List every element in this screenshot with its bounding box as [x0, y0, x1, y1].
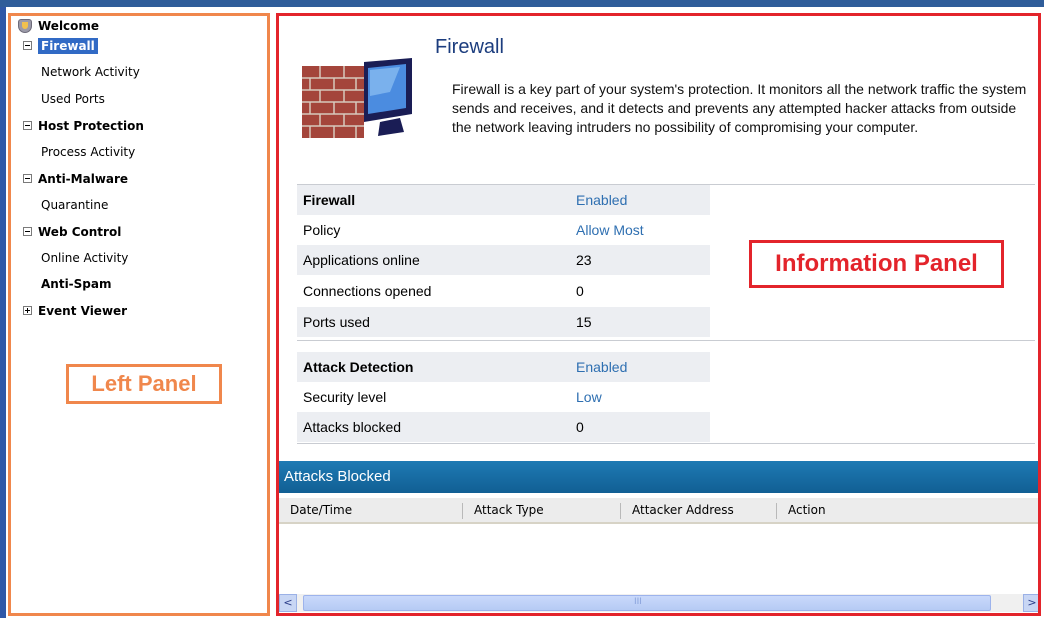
status-row: Connections opened 0: [297, 276, 710, 306]
grip-icon: III: [634, 597, 642, 607]
status-row: Policy Allow Most: [297, 215, 710, 245]
attacks-blocked-header: Attacks Blocked: [279, 461, 1041, 493]
scroll-left-icon[interactable]: <: [279, 594, 297, 612]
nav-firewall-label: Firewall: [38, 38, 98, 54]
left-panel-label: Left Panel: [66, 364, 222, 404]
nav-anti-spam[interactable]: Anti-Spam: [41, 274, 112, 294]
nav-firewall[interactable]: Firewall: [15, 36, 98, 56]
nav-host-protection[interactable]: Host Protection: [15, 116, 144, 136]
column-separator[interactable]: [462, 503, 463, 519]
status-row: Attacks blocked 0: [297, 412, 710, 442]
window-top-strip: [0, 0, 1044, 7]
status-row: Applications online 23: [297, 245, 710, 275]
nav-online-activity[interactable]: Online Activity: [41, 248, 128, 268]
nav-network-activity[interactable]: Network Activity: [41, 62, 140, 82]
divider: [297, 340, 1035, 341]
column-header-datetime[interactable]: Date/Time: [290, 503, 352, 517]
nav-anti-malware[interactable]: Anti-Malware: [15, 169, 128, 189]
nav-quarantine[interactable]: Quarantine: [41, 195, 108, 215]
nav-event-viewer[interactable]: Event Viewer: [15, 301, 127, 321]
page-title: Firewall: [435, 36, 504, 58]
scrollbar-thumb[interactable]: III: [303, 595, 991, 611]
collapse-icon[interactable]: [23, 121, 32, 130]
column-separator[interactable]: [620, 503, 621, 519]
collapse-icon[interactable]: [23, 41, 32, 50]
firewall-icon: [302, 58, 412, 138]
collapse-icon[interactable]: [23, 174, 32, 183]
scroll-right-icon[interactable]: >: [1023, 594, 1041, 612]
shield-icon: [18, 18, 32, 33]
firewall-enabled-link[interactable]: Enabled: [576, 185, 627, 215]
status-row: Security level Low: [297, 382, 710, 412]
information-panel-label: Information Panel: [749, 240, 1004, 288]
status-row: Attack Detection Enabled: [297, 352, 710, 382]
column-header-action[interactable]: Action: [788, 503, 826, 517]
nav-used-ports[interactable]: Used Ports: [41, 89, 105, 109]
security-level-link[interactable]: Low: [576, 382, 602, 412]
column-header-attack-type[interactable]: Attack Type: [474, 503, 544, 517]
attacks-blocked-columns: Date/Time Attack Type Attacker Address A…: [279, 498, 1041, 524]
expand-icon[interactable]: [23, 306, 32, 315]
column-header-attacker-address[interactable]: Attacker Address: [632, 503, 734, 517]
nav-web-control[interactable]: Web Control: [15, 222, 121, 242]
collapse-icon[interactable]: [23, 227, 32, 236]
nav-process-activity[interactable]: Process Activity: [41, 142, 135, 162]
horizontal-scrollbar[interactable]: < III >: [279, 594, 1041, 612]
status-row: Ports used 15: [297, 307, 710, 337]
firewall-description: Firewall is a key part of your system's …: [452, 81, 1027, 135]
divider: [297, 443, 1035, 444]
policy-link[interactable]: Allow Most: [576, 215, 644, 245]
attack-detection-enabled-link[interactable]: Enabled: [576, 352, 627, 382]
status-row: Firewall Enabled: [297, 185, 710, 215]
nav-welcome[interactable]: Welcome: [15, 16, 99, 36]
column-separator[interactable]: [776, 503, 777, 519]
